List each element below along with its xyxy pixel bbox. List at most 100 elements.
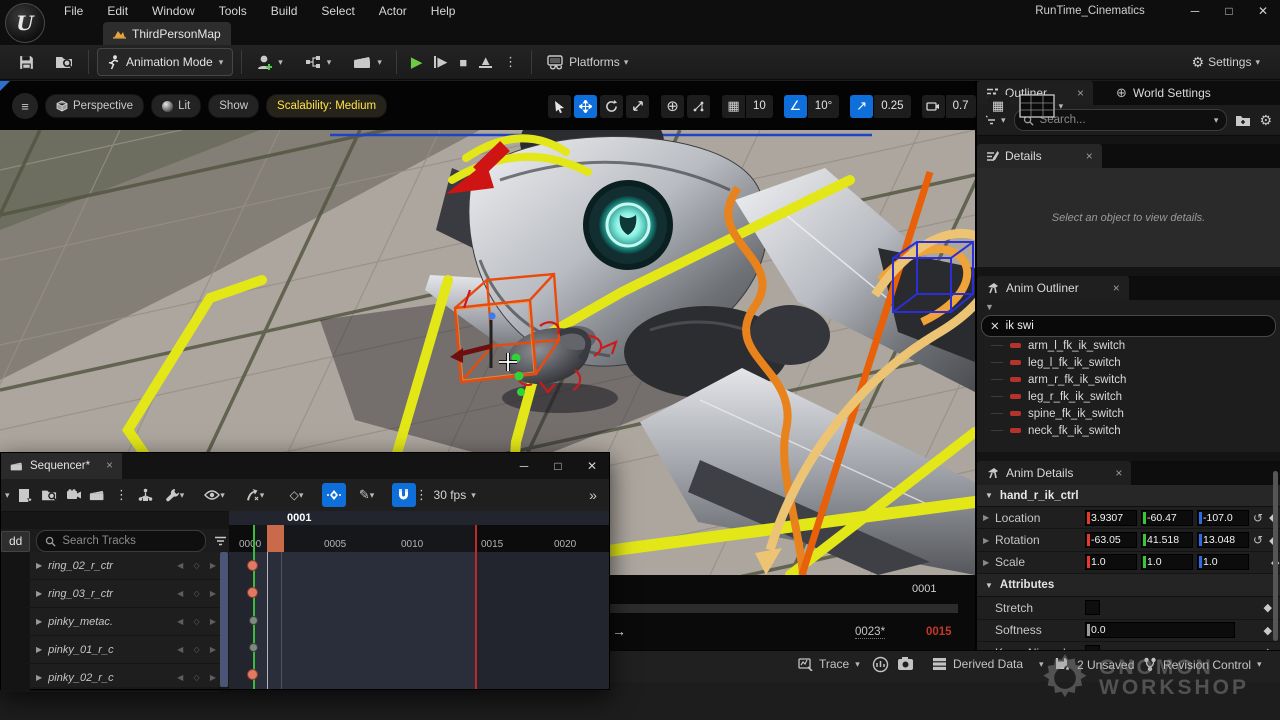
expander-icon[interactable]: ▶: [36, 589, 42, 598]
keyframe-diamond-icon[interactable]: ◆: [1264, 601, 1272, 614]
camera-icon[interactable]: [62, 483, 86, 507]
camera-speed-icon[interactable]: [922, 95, 945, 118]
seq-close-button[interactable]: ✕: [575, 455, 609, 477]
rotation-y-input[interactable]: 41.518: [1141, 532, 1193, 548]
menu-window[interactable]: Window: [140, 0, 207, 22]
track-row[interactable]: ▶ ring_02_r_ctr ◀ ◇ ▶: [1, 552, 220, 580]
timeline-area[interactable]: 0000 0005 0010 0015 0020 0001: [229, 511, 609, 689]
insights-icon[interactable]: [872, 656, 889, 673]
play-options-dots-icon[interactable]: ⋮: [498, 49, 523, 75]
minimize-button[interactable]: ─: [1178, 0, 1212, 22]
menu-build[interactable]: Build: [259, 0, 310, 22]
maximize-viewport-icon[interactable]: ▦: [987, 95, 1010, 118]
menu-help[interactable]: Help: [419, 0, 468, 22]
scale-y-input[interactable]: 1.0: [1141, 554, 1193, 570]
expander-icon[interactable]: ▶: [36, 673, 42, 682]
reset-icon[interactable]: ↺: [1253, 533, 1263, 547]
track-row[interactable]: ▶ ring_03_r_ctr ◀ ◇ ▶: [1, 580, 220, 608]
menu-select[interactable]: Select: [309, 0, 366, 22]
track-search-input[interactable]: Search Tracks: [36, 530, 206, 552]
render-movie-icon[interactable]: [86, 483, 110, 507]
surface-snap-icon[interactable]: [687, 95, 710, 118]
expander-icon[interactable]: ▶: [983, 558, 995, 567]
seq-minimize-button[interactable]: ─: [507, 455, 541, 477]
edit-actions-icon[interactable]: [134, 483, 158, 507]
cinematics-button[interactable]: ▾: [347, 49, 388, 75]
scale-tool[interactable]: [626, 95, 649, 118]
blueprints-button[interactable]: ▾: [299, 49, 338, 75]
anim-outliner-search-input[interactable]: ✕ ik swi: [981, 315, 1276, 337]
perspective-selector[interactable]: Perspective: [45, 94, 144, 118]
restore-button[interactable]: □: [1212, 0, 1246, 22]
menu-actor[interactable]: Actor: [367, 0, 419, 22]
menu-file[interactable]: File: [52, 0, 95, 22]
keyframe-options-icon[interactable]: ◇ ▾: [280, 483, 314, 507]
eject-button[interactable]: ▲: [473, 49, 498, 75]
auto-key-button[interactable]: [322, 483, 346, 507]
rotation-snap-icon[interactable]: ∠: [784, 95, 807, 118]
dock-frame-end[interactable]: 0015: [926, 626, 952, 638]
track-row[interactable]: ▶ pinky_01_r_c ◀ ◇ ▶: [1, 636, 220, 664]
anim-outliner-item[interactable]: neck_fk_ik_switch: [977, 422, 1280, 439]
anim-outliner-item[interactable]: leg_l_fk_ik_switch: [977, 354, 1280, 371]
location-z-input[interactable]: -107.0: [1197, 510, 1249, 526]
world-coord-icon[interactable]: ⊕: [661, 95, 684, 118]
menu-edit[interactable]: Edit: [95, 0, 140, 22]
dock-frame-jump[interactable]: 0023*: [855, 626, 885, 639]
track-row[interactable]: ▶ pinky_02_r_c ◀ ◇ ▶: [1, 664, 220, 692]
track-scrollbar[interactable]: [220, 552, 228, 687]
revision-control-button[interactable]: Revision Control ▾: [1143, 657, 1262, 672]
expander-icon[interactable]: ▶: [36, 561, 42, 570]
move-tool[interactable]: [574, 95, 597, 118]
expander-icon[interactable]: ▼: [985, 491, 993, 500]
collapse-arrow-icon[interactable]: ▼: [985, 302, 994, 312]
snap-magnet-button[interactable]: [392, 483, 416, 507]
trace-button[interactable]: Trace ▾: [798, 657, 860, 671]
browse-sequence-icon[interactable]: [38, 483, 62, 507]
save-sequence-icon[interactable]: [14, 483, 38, 507]
rotation-snap-value[interactable]: 10°: [808, 95, 839, 118]
tab-world-settings[interactable]: ⊕ World Settings: [1107, 81, 1220, 105]
menu-tools[interactable]: Tools: [207, 0, 259, 22]
close-tab-icon[interactable]: ×: [1077, 86, 1084, 100]
rotate-tool[interactable]: [600, 95, 623, 118]
edit-mode-pencil[interactable]: ✎ ▾: [350, 483, 384, 507]
scale-snap-value[interactable]: 0.25: [874, 95, 910, 118]
scale-x-input[interactable]: 1.0: [1085, 554, 1137, 570]
goto-frame-arrow-icon[interactable]: →: [612, 623, 626, 639]
track-filter-icon[interactable]: [214, 536, 227, 546]
expand-toolbar-icon[interactable]: »: [581, 483, 605, 507]
fps-dropdown[interactable]: 30 fps ▾: [434, 488, 476, 502]
location-x-input[interactable]: 3.9307: [1085, 510, 1137, 526]
reset-icon[interactable]: ↺: [1253, 511, 1263, 525]
stop-button[interactable]: ■: [453, 49, 473, 75]
scale-z-input[interactable]: 1.0: [1197, 554, 1249, 570]
scale-snap-icon[interactable]: ↗: [850, 95, 873, 118]
keyframe-dot[interactable]: [249, 616, 258, 625]
playback-options-icon[interactable]: ▾: [238, 483, 272, 507]
play-button[interactable]: ▶: [405, 49, 429, 75]
tab-thirdpersonmap[interactable]: ThirdPersonMap: [103, 22, 231, 45]
sequencer-title-bar[interactable]: Sequencer* × ─ □ ✕: [1, 453, 609, 479]
add-track-button[interactable]: dd: [1, 531, 30, 552]
expander-icon[interactable]: ▶: [983, 513, 995, 522]
keyframe-nav[interactable]: ◀ ◇ ▶: [177, 617, 220, 626]
keyframe-dot[interactable]: [249, 643, 258, 652]
stretch-checkbox[interactable]: [1085, 600, 1100, 615]
clear-search-icon[interactable]: ✕: [990, 319, 1000, 333]
keyframe-diamond-icon[interactable]: ◆: [1264, 624, 1272, 637]
expander-icon[interactable]: ▶: [36, 645, 42, 654]
close-tab-icon[interactable]: ×: [106, 460, 113, 472]
grid-snap-icon[interactable]: ▦: [722, 95, 745, 118]
screenshot-icon[interactable]: [897, 656, 915, 671]
show-menu[interactable]: Show: [208, 94, 259, 118]
keyframe-nav[interactable]: ◀ ◇ ▶: [177, 589, 220, 598]
panel-scrollbar[interactable]: [1273, 471, 1278, 641]
camera-speed-value[interactable]: 0.7: [946, 95, 976, 118]
snap-options-dots[interactable]: ⋮: [416, 483, 428, 507]
sequencer-settings-wrench[interactable]: ▾: [158, 483, 192, 507]
overflow-chevron-icon[interactable]: ▾: [5, 491, 10, 500]
more-dots-icon[interactable]: ⋮: [110, 483, 134, 507]
mode-selector[interactable]: Animation Mode ▾: [97, 48, 233, 76]
lit-mode-selector[interactable]: Lit: [151, 94, 201, 118]
